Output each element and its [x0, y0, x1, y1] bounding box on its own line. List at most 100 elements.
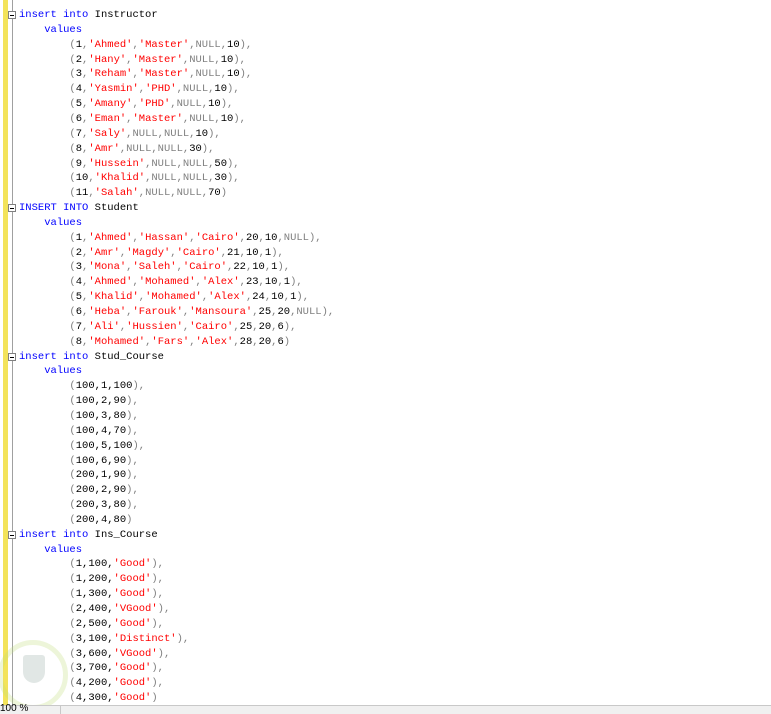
code-line: (200,1,90),: [19, 468, 138, 483]
code-text: 20: [258, 335, 272, 348]
zoom-level[interactable]: 100 %: [0, 703, 28, 714]
code-line: (11,'Salah',NULL,NULL,70): [19, 186, 227, 201]
code-line: (200,2,90),: [19, 483, 138, 498]
code-line: INSERT INTO Student: [19, 201, 139, 216]
string-literal: 'Reham': [88, 68, 133, 81]
string-literal: 'Ahmed': [88, 276, 133, 289]
code-text: 200,2,90: [75, 484, 127, 497]
punctuation: ),: [126, 499, 139, 512]
code-line: (1,'Ahmed','Hassan','Cairo',20,10,NULL),: [19, 231, 321, 246]
string-literal: 'Amany': [88, 98, 133, 111]
punctuation: ),: [220, 98, 234, 111]
sql-editor[interactable]: insert into Instructor values (1,'Ahmed'…: [0, 0, 771, 705]
code-text: Stud_Course: [88, 350, 164, 363]
string-literal: 'Master': [138, 38, 190, 51]
string-literal: 'Hassan': [138, 231, 190, 244]
punctuation: ): [151, 692, 158, 705]
string-literal: 'PHD': [145, 83, 177, 96]
collapse-toggle-icon[interactable]: [8, 530, 16, 539]
string-literal: 'Saly': [88, 127, 127, 140]
punctuation: ),: [126, 409, 139, 422]
punctuation: ,NULL),: [290, 306, 335, 318]
code-line: (1,200,'Good'),: [19, 572, 164, 587]
string-literal: 'Hussien': [126, 320, 183, 333]
code-text: 10: [195, 127, 209, 140]
string-literal: 'Alex': [208, 291, 246, 304]
code-text: 100,5,100: [75, 439, 133, 452]
collapse-toggle-icon[interactable]: [8, 204, 16, 213]
code-text: 3,600,: [75, 647, 114, 660]
string-literal: 'Good': [113, 692, 152, 705]
code-text: 10: [208, 98, 221, 111]
string-literal: 'Mansoura': [189, 306, 253, 318]
string-literal: 'Good': [113, 617, 152, 630]
string-literal: 'Mohamed': [88, 335, 146, 348]
code-line: (3,'Reham','Master',NULL,10),: [19, 67, 252, 82]
punctuation: ),: [151, 677, 164, 690]
code-line: (2,500,'Good'),: [19, 617, 164, 632]
punctuation: ): [220, 187, 227, 200]
code-text: 10: [75, 172, 89, 185]
punctuation: ),: [126, 395, 139, 408]
code-text: 2,400,: [75, 603, 114, 615]
punctuation: ),: [157, 647, 171, 660]
punctuation: ,NULL,NULL,: [145, 172, 215, 185]
string-literal: 'Master': [138, 68, 190, 81]
sql-keyword: insert: [19, 350, 57, 363]
code-line: insert into Stud_Course: [19, 350, 164, 365]
code-line: (5,'Khalid','Mohamed','Alex',24,10,1),: [19, 290, 309, 305]
string-literal: 'VGood': [113, 647, 158, 660]
collapse-toggle-icon[interactable]: [8, 11, 16, 19]
collapse-toggle-icon[interactable]: [8, 352, 16, 361]
sql-keyword: insert: [19, 9, 57, 21]
string-literal: 'Salah': [94, 187, 139, 200]
code-text: 70: [208, 187, 221, 200]
code-text: 100,3,80: [75, 409, 127, 422]
string-literal: 'Cairo': [195, 231, 240, 244]
string-literal: 'Heba': [88, 306, 127, 318]
sql-keyword: into: [63, 350, 89, 363]
code-line: (6,'Eman','Master',NULL,10),: [19, 112, 246, 127]
code-text: 10: [220, 112, 234, 125]
string-literal: 'Amr': [88, 246, 120, 259]
sql-keyword: INTO: [63, 202, 89, 215]
string-literal: 'Fars': [151, 335, 190, 348]
code-text: 10: [245, 246, 259, 259]
shield-icon: [23, 655, 45, 683]
code-line: (1,'Ahmed','Master',NULL,10),: [19, 38, 252, 53]
punctuation: ),: [271, 246, 284, 259]
punctuation: ),: [239, 38, 253, 51]
code-line: (100,3,80),: [19, 409, 139, 424]
code-text: 30: [189, 142, 202, 155]
punctuation: ,NULL,NULL,: [145, 157, 215, 170]
punctuation: ): [126, 513, 133, 526]
code-line: (200,4,80): [19, 513, 132, 528]
code-text: 20: [258, 320, 272, 333]
code-text: 3,100,: [75, 632, 114, 645]
code-text: 50: [214, 157, 227, 170]
code-text: Ins_Course: [88, 528, 158, 541]
watermark-logo: [0, 640, 68, 710]
code-text: 3,700,: [75, 662, 114, 675]
punctuation: ,NULL,NULL,: [138, 187, 209, 200]
string-literal: 'Eman': [88, 112, 127, 125]
sql-keyword: INSERT: [19, 202, 57, 215]
code-line: (1,300,'Good'),: [19, 587, 164, 602]
punctuation: ),: [277, 261, 291, 274]
